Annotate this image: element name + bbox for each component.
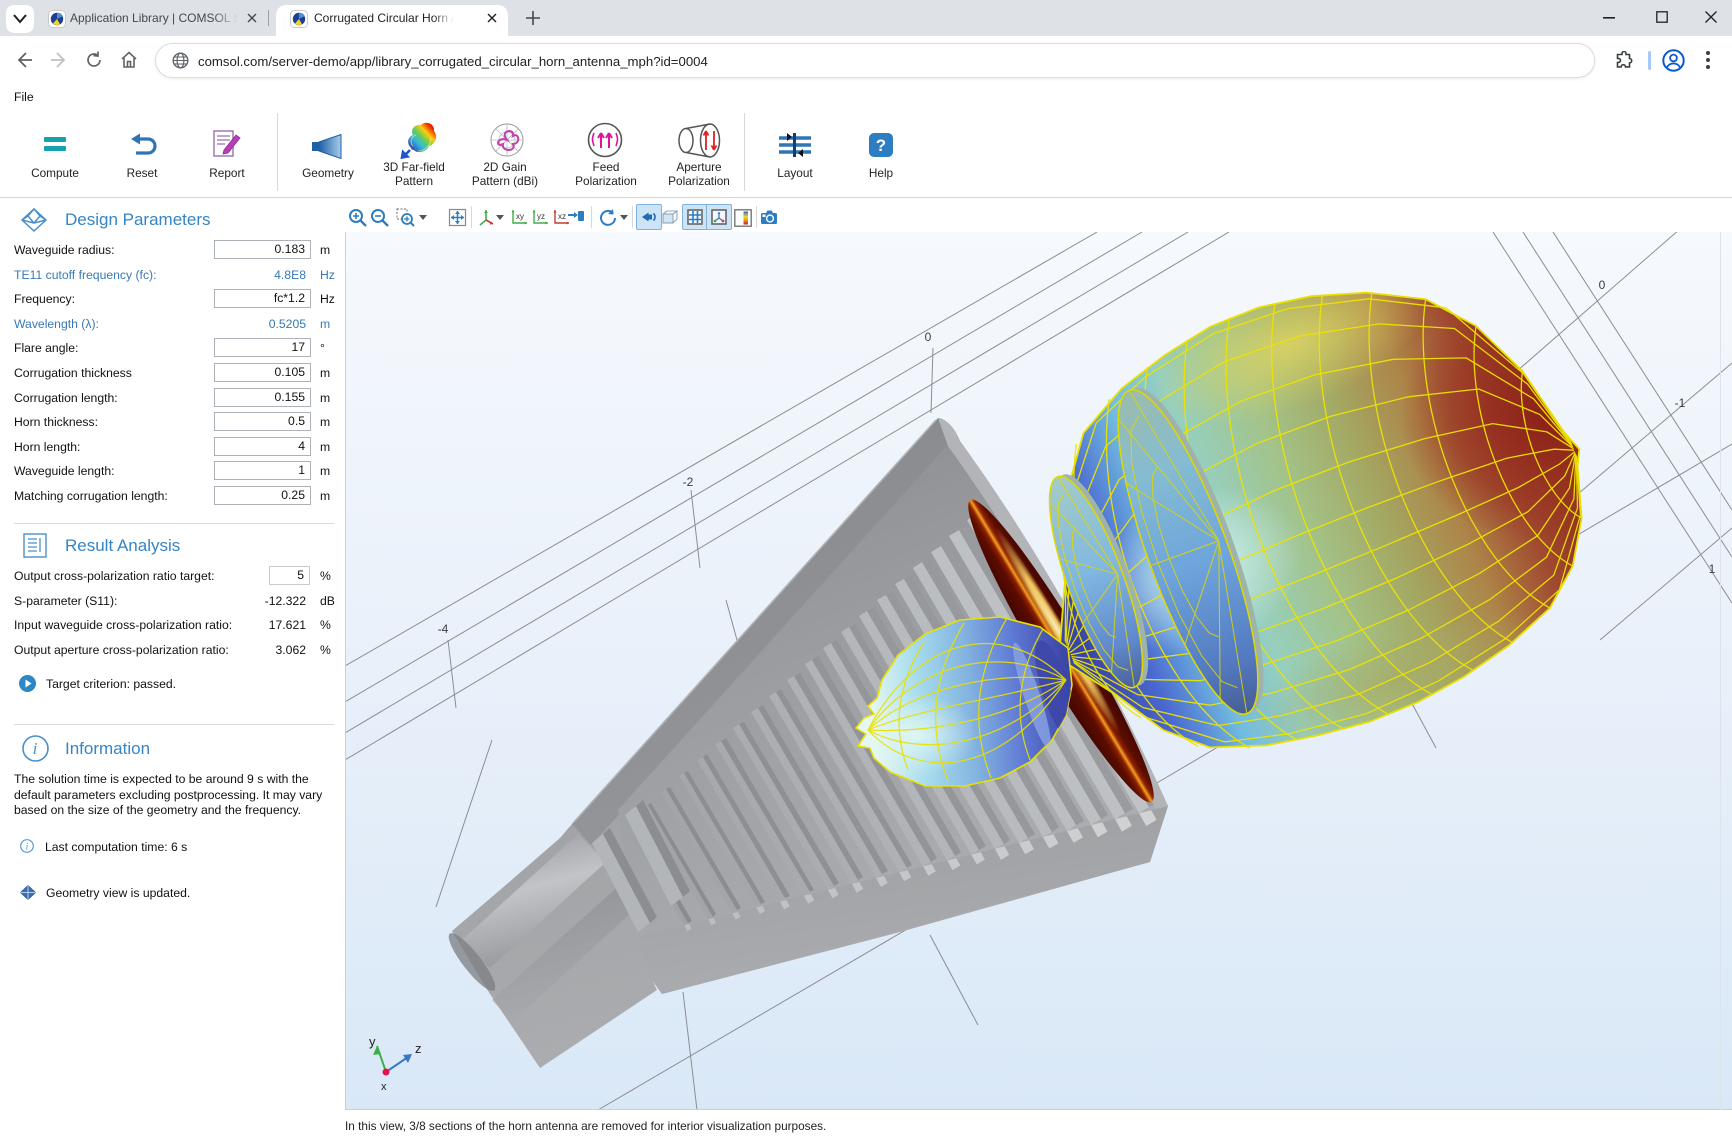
svg-text:z: z [415,1041,422,1056]
svg-text:i: i [26,843,29,853]
svg-text:-2: -2 [683,475,694,489]
svg-text:xy: xy [516,212,524,221]
svg-text:xz: xz [558,212,566,221]
svg-text:yz: yz [537,212,545,221]
svg-text:0: 0 [1599,278,1606,292]
svg-text:i: i [33,739,38,758]
svg-text:-4: -4 [438,622,449,636]
svg-text:y: y [369,1034,376,1049]
svg-text:-1: -1 [1675,396,1686,410]
svg-text:1: 1 [1709,562,1716,576]
svg-text:?: ? [876,136,886,155]
svg-text:0: 0 [925,330,932,344]
svg-text:x: x [381,1081,387,1093]
